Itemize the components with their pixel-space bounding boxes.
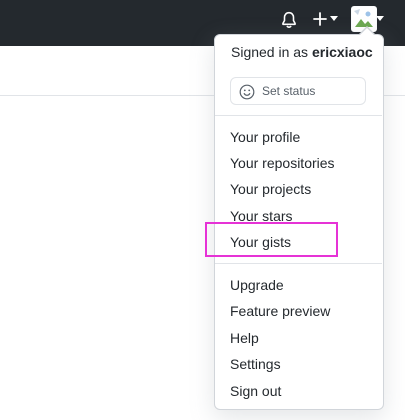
menu-item-your-profile[interactable]: Your profile (230, 129, 300, 145)
menu-divider (215, 115, 382, 116)
signed-in-text: Signed in as ericxiaoc (231, 44, 373, 60)
smiley-icon (239, 84, 255, 100)
plus-icon[interactable] (313, 11, 327, 27)
menu-item-feature-preview[interactable]: Feature preview (230, 303, 330, 319)
caret-down-icon[interactable] (376, 16, 384, 22)
menu-caret-fill (360, 28, 374, 35)
menu-divider (215, 263, 382, 264)
set-status-button[interactable]: Set status (230, 77, 366, 105)
signed-in-prefix: Signed in as (231, 44, 309, 60)
menu-item-your-repositories[interactable]: Your repositories (230, 155, 335, 171)
menu-item-upgrade[interactable]: Upgrade (230, 277, 284, 293)
menu-item-your-projects[interactable]: Your projects (230, 181, 311, 197)
caret-down-icon[interactable] (330, 16, 338, 22)
set-status-label: Set status (262, 84, 316, 98)
bell-icon[interactable] (280, 11, 298, 29)
menu-item-sign-out[interactable]: Sign out (230, 383, 281, 399)
highlight-box (205, 222, 338, 257)
menu-item-help[interactable]: Help (230, 330, 259, 346)
username: ericxiaoc (311, 44, 373, 60)
menu-item-settings[interactable]: Settings (230, 356, 281, 372)
